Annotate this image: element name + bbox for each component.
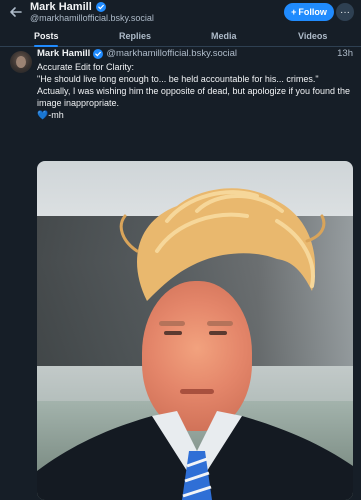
post-text: Accurate Edit for Clarity: "He should li… bbox=[37, 61, 355, 121]
profile-tabs: Posts Replies Media Videos bbox=[0, 27, 361, 47]
post-handle[interactable]: @markhamillofficial.bsky.social bbox=[106, 48, 237, 59]
profile-handle: @markhamillofficial.bsky.social bbox=[30, 13, 154, 23]
image-suit bbox=[37, 411, 353, 500]
image-mouth bbox=[180, 389, 214, 394]
avatar-face bbox=[16, 56, 26, 68]
back-arrow-icon[interactable] bbox=[8, 4, 24, 20]
post-author[interactable]: Mark Hamill bbox=[37, 48, 90, 59]
more-button[interactable]: ··· bbox=[336, 3, 354, 21]
image-brow-right bbox=[207, 321, 233, 326]
image-eye-left bbox=[164, 331, 182, 335]
post-line-1: Accurate Edit for Clarity: bbox=[37, 62, 135, 72]
more-icon: ··· bbox=[340, 6, 350, 18]
verified-badge-icon bbox=[95, 2, 106, 12]
avatar[interactable] bbox=[10, 51, 32, 73]
post-timestamp[interactable]: 13h bbox=[337, 48, 353, 59]
follow-button[interactable]: + Follow bbox=[284, 3, 334, 21]
post-line-4: 💙-mh bbox=[37, 110, 64, 120]
post-image[interactable] bbox=[37, 161, 353, 500]
post-line-3: Actually, I was wishing him the opposite… bbox=[37, 86, 351, 108]
profile-header: Mark Hamill @markhamillofficial.bsky.soc… bbox=[0, 0, 361, 26]
verified-badge-icon bbox=[93, 48, 104, 59]
tab-replies[interactable]: Replies bbox=[119, 31, 151, 41]
tab-videos[interactable]: Videos bbox=[298, 31, 327, 41]
image-face bbox=[142, 281, 252, 431]
post[interactable]: Mark Hamill @markhamillofficial.bsky.soc… bbox=[0, 48, 361, 500]
plus-icon: + bbox=[291, 7, 297, 17]
image-eye-right bbox=[209, 331, 227, 335]
active-tab-indicator bbox=[34, 45, 58, 47]
profile-name: Mark Hamill bbox=[30, 1, 92, 13]
tab-media[interactable]: Media bbox=[211, 31, 237, 41]
post-line-2: "He should live long enough to... be hel… bbox=[37, 74, 319, 84]
profile-name-row: Mark Hamill bbox=[30, 1, 106, 13]
image-brow-left bbox=[159, 321, 185, 326]
tab-posts[interactable]: Posts bbox=[34, 31, 59, 41]
follow-label: Follow bbox=[298, 7, 327, 17]
post-header: Mark Hamill @markhamillofficial.bsky.soc… bbox=[37, 48, 353, 59]
